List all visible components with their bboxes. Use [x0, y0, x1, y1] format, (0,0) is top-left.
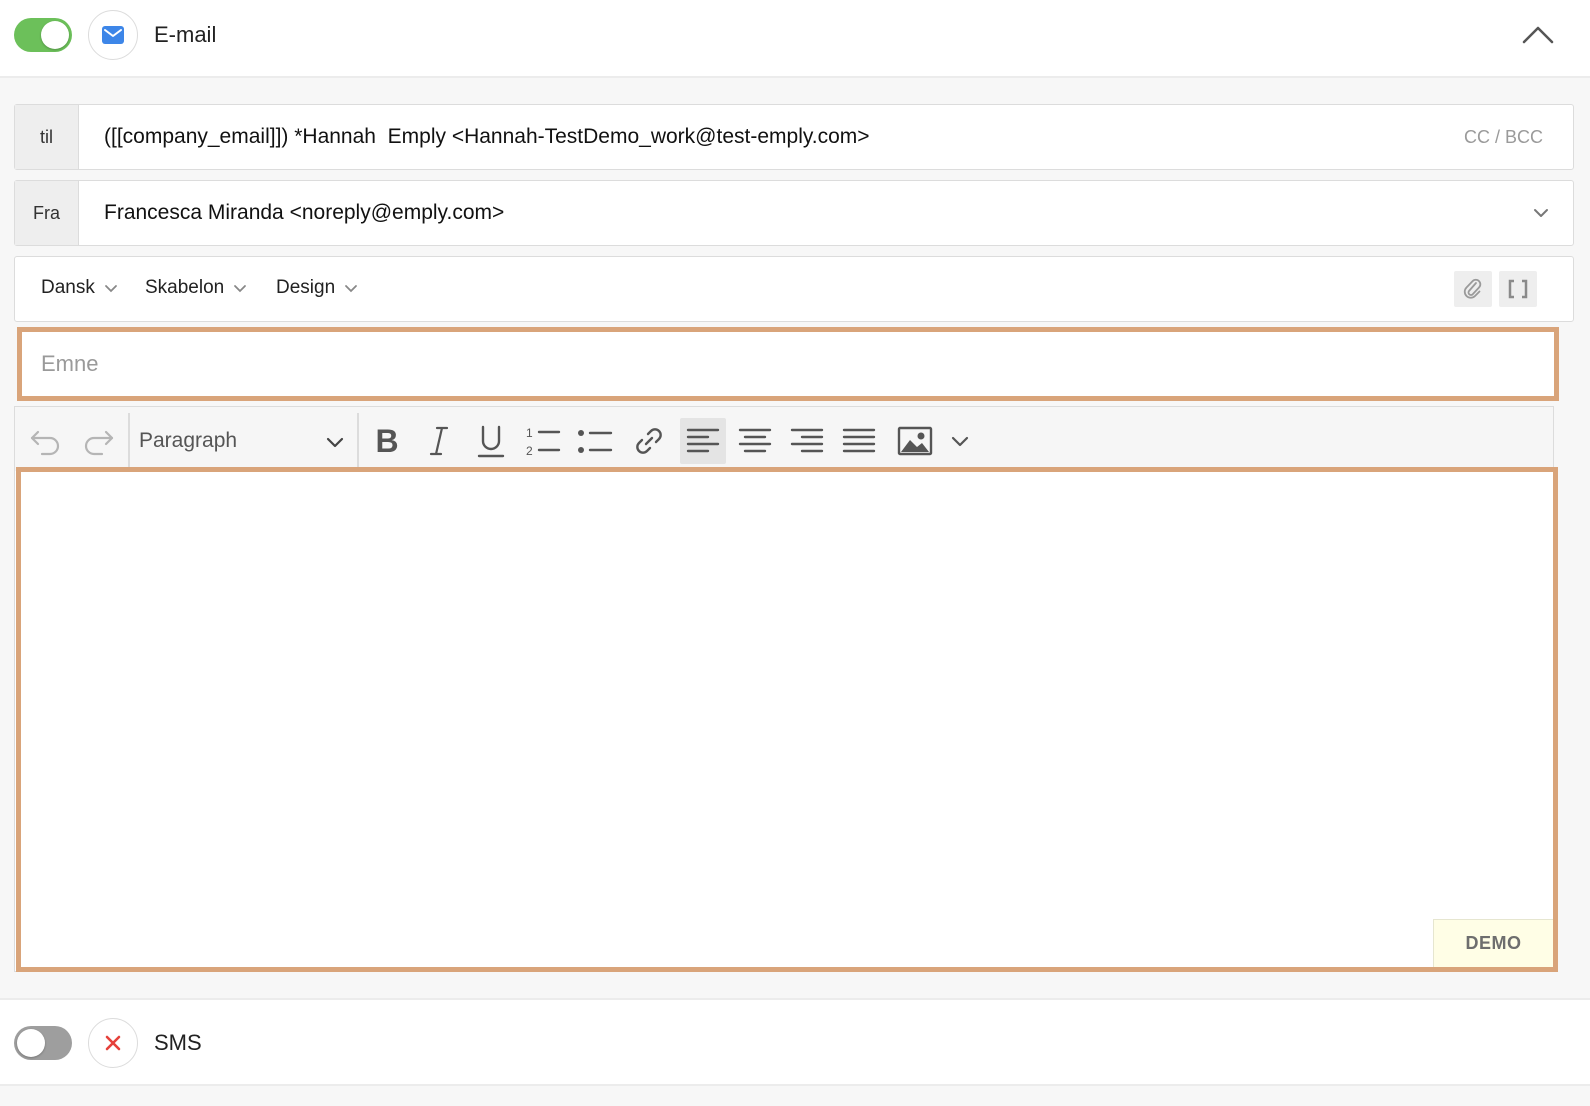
bullet-list-icon [578, 430, 613, 453]
align-left-button[interactable] [680, 418, 726, 464]
from-sender-value[interactable]: Francesca Miranda <noreply@emply.com> [104, 181, 504, 245]
rich-text-editor: Paragraph B 1 2 DEMO [14, 406, 1558, 972]
chevron-down-icon [326, 437, 344, 448]
sms-toggle[interactable] [14, 1026, 72, 1060]
more-tools-button[interactable] [940, 418, 980, 464]
bold-icon: B [375, 424, 398, 458]
template-label: Skabelon [145, 277, 225, 298]
email-section-title: E-mail [154, 22, 217, 47]
block-format-label: Paragraph [139, 429, 238, 452]
redo-button[interactable] [75, 418, 121, 464]
toolbar-divider [128, 413, 130, 469]
numbered-list-button[interactable]: 1 2 [520, 418, 566, 464]
justify-button[interactable] [836, 418, 882, 464]
toolbar-divider [357, 413, 359, 469]
svg-text:B: B [375, 424, 398, 458]
brackets-icon [1508, 279, 1528, 299]
image-icon [897, 426, 933, 456]
subject-field [17, 327, 1559, 401]
envelope-icon [88, 10, 138, 60]
merge-fields-button[interactable] [1499, 271, 1537, 307]
to-label: til [15, 105, 79, 169]
email-body-editor[interactable]: DEMO [16, 467, 1558, 972]
email-toggle[interactable] [14, 18, 72, 52]
align-center-button[interactable] [732, 418, 778, 464]
italic-button[interactable] [416, 418, 462, 464]
link-icon [636, 428, 662, 454]
language-label: Dansk [41, 277, 95, 298]
chevron-down-icon [951, 436, 969, 447]
template-dropdown[interactable]: Skabelon [145, 257, 248, 319]
toggle-knob [17, 1029, 45, 1057]
email-options-bar: Dansk Skabelon Design [14, 256, 1574, 322]
design-dropdown[interactable]: Design [276, 257, 359, 319]
align-right-button[interactable] [784, 418, 830, 464]
align-right-icon [790, 428, 824, 453]
bullet-list-button[interactable] [572, 418, 618, 464]
close-icon [88, 1018, 138, 1068]
underline-button[interactable] [468, 418, 514, 464]
sms-section-header: SMS [0, 998, 1590, 1086]
redo-icon [84, 430, 114, 456]
block-format-dropdown[interactable]: Paragraph [139, 417, 353, 465]
to-field[interactable]: til ([[company_email]]) *Hannah Emply <H… [14, 104, 1574, 170]
subject-input[interactable] [23, 333, 1553, 395]
svg-text:2: 2 [526, 444, 533, 458]
numbered-list-icon: 1 2 [526, 426, 561, 458]
align-center-icon [738, 428, 772, 453]
justify-icon [842, 428, 876, 453]
attachment-button[interactable] [1454, 271, 1492, 307]
language-dropdown[interactable]: Dansk [41, 257, 119, 319]
align-left-icon [686, 428, 720, 453]
from-label: Fra [15, 181, 79, 245]
link-button[interactable] [626, 418, 672, 464]
chevron-down-icon[interactable] [1531, 203, 1551, 223]
editor-toolbar: Paragraph B 1 2 [15, 407, 1553, 471]
from-field[interactable]: Fra Francesca Miranda <noreply@emply.com… [14, 180, 1574, 246]
cc-bcc-link[interactable]: CC / BCC [1464, 105, 1543, 169]
email-section-header: E-mail [0, 0, 1590, 78]
toggle-knob [41, 21, 69, 49]
to-recipient-value[interactable]: ([[company_email]]) *Hannah Emply <Hanna… [104, 105, 870, 169]
collapse-chevron-icon[interactable] [1518, 18, 1558, 54]
undo-icon [30, 430, 60, 456]
demo-badge: DEMO [1433, 919, 1553, 967]
svg-text:1: 1 [526, 426, 533, 440]
chevron-down-icon [104, 285, 117, 293]
italic-icon [429, 426, 449, 456]
chevron-down-icon [234, 285, 247, 293]
design-label: Design [276, 277, 336, 298]
underline-icon [477, 425, 505, 458]
insert-image-button[interactable] [892, 418, 938, 464]
bold-button[interactable]: B [364, 418, 410, 464]
undo-button[interactable] [23, 418, 69, 464]
paperclip-icon [1463, 278, 1482, 299]
chevron-down-icon [345, 285, 358, 293]
sms-section-title: SMS [154, 1030, 202, 1055]
